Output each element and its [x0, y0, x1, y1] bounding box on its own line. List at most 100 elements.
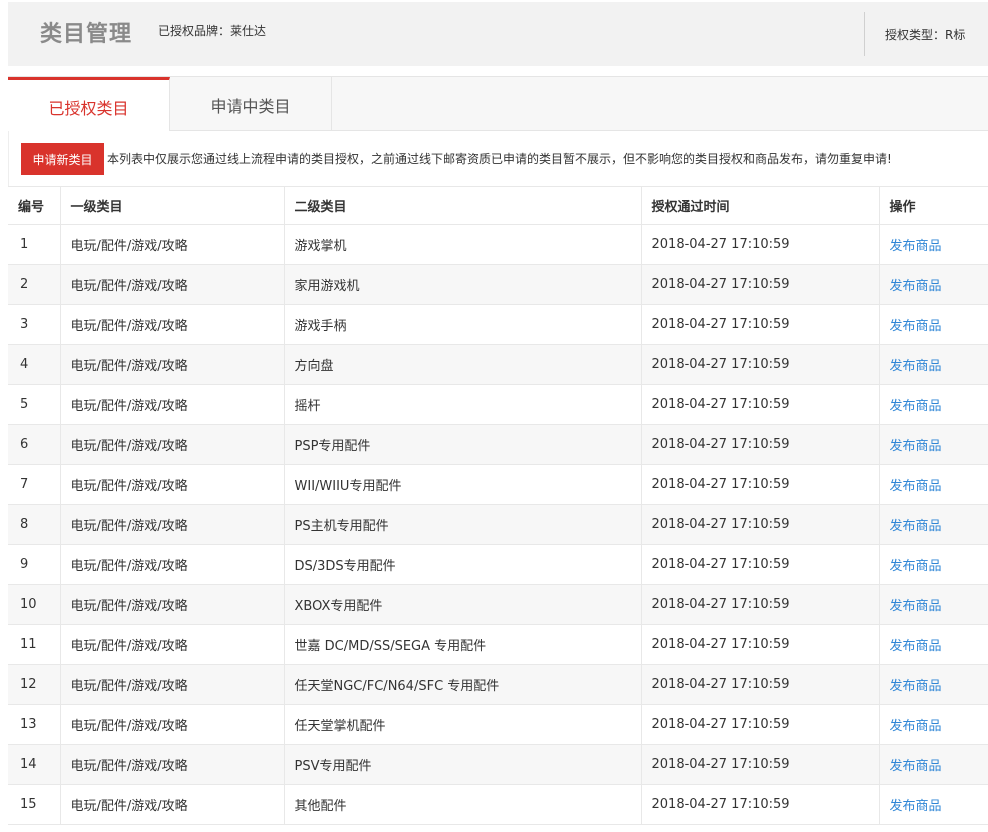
row-level1-category: 电玩/配件/游戏/攻略 [60, 784, 285, 825]
row-approved-time: 2018-04-27 17:10:59 [641, 224, 880, 265]
row-number: 15 [8, 784, 61, 825]
row-approved-time: 2018-04-27 17:10:59 [641, 784, 880, 825]
table-row: 1 电玩/配件/游戏/攻略 游戏掌机 2018-04-27 17:10:59 发布商品 [8, 224, 988, 265]
table-row: 9 电玩/配件/游戏/攻略 DS/3DS专用配件 2018-04-27 17:10:5… [8, 544, 988, 585]
authorization-type: 授权类型：R标 [885, 28, 966, 42]
notice-bar: 申请新类目 本列表中仅展示您通过线上流程申请的类目授权，之前通过线下邮寄资质已申… [8, 131, 988, 186]
row-level1-category: 电玩/配件/游戏/攻略 [60, 384, 285, 425]
publish-product-link[interactable]: 发布商品 [890, 559, 942, 574]
table-row: 10 电玩/配件/游戏/攻略 XBOX专用配件 2018-04-27 17:10:59… [8, 584, 988, 625]
row-number: 7 [8, 464, 61, 505]
notice-text: 本列表中仅展示您通过线上流程申请的类目授权，之前通过线下邮寄资质已申请的类目暂不… [107, 152, 892, 166]
column-header-level2: 二级类目 [284, 186, 642, 225]
table-row: 13 电玩/配件/游戏/攻略 任天堂掌机配件 2018-04-27 17:10:59 发… [8, 704, 988, 745]
row-approved-time: 2018-04-27 17:10:59 [641, 704, 880, 745]
table-header-row: 编号 一级类目 二级类目 授权通过时间 操作 [8, 186, 988, 225]
table-row: 11 电玩/配件/游戏/攻略 世嘉 DC/MD/SS/SEGA 专用配件 2018-0… [8, 624, 988, 665]
publish-product-link[interactable]: 发布商品 [890, 399, 942, 414]
row-action-cell: 发布商品 [879, 784, 988, 825]
tab-pending-categories[interactable]: 申请中类目 [170, 77, 332, 132]
publish-product-link[interactable]: 发布商品 [890, 599, 942, 614]
row-action-cell: 发布商品 [879, 464, 988, 505]
row-approved-time: 2018-04-27 17:10:59 [641, 584, 880, 625]
table-row: 12 电玩/配件/游戏/攻略 任天堂NGC/FC/N64/SFC 专用配件 2018-… [8, 664, 988, 705]
row-action-cell: 发布商品 [879, 744, 988, 785]
table-row: 6 电玩/配件/游戏/攻略 PSP专用配件 2018-04-27 17:10:59 发布… [8, 424, 988, 465]
row-level2-category: 方向盘 [284, 344, 642, 385]
publish-product-link[interactable]: 发布商品 [890, 679, 942, 694]
publish-product-link[interactable]: 发布商品 [890, 719, 942, 734]
row-approved-time: 2018-04-27 17:10:59 [641, 504, 880, 545]
publish-product-link[interactable]: 发布商品 [890, 519, 942, 534]
table-row: 3 电玩/配件/游戏/攻略 游戏手柄 2018-04-27 17:10:59 发布商品 [8, 304, 988, 345]
tab-authorized-categories[interactable]: 已授权类目 [8, 77, 170, 133]
publish-product-link[interactable]: 发布商品 [890, 239, 942, 254]
row-number: 5 [8, 384, 61, 425]
row-level2-category: DS/3DS专用配件 [284, 544, 642, 585]
row-action-cell: 发布商品 [879, 624, 988, 665]
publish-product-link[interactable]: 发布商品 [890, 439, 942, 454]
row-level2-category: 家用游戏机 [284, 264, 642, 305]
row-action-cell: 发布商品 [879, 264, 988, 305]
header-divider [864, 12, 865, 56]
row-level1-category: 电玩/配件/游戏/攻略 [60, 624, 285, 665]
row-level2-category: PSP专用配件 [284, 424, 642, 465]
row-action-cell: 发布商品 [879, 344, 988, 385]
publish-product-link[interactable]: 发布商品 [890, 279, 942, 294]
row-approved-time: 2018-04-27 17:10:59 [641, 264, 880, 305]
row-level1-category: 电玩/配件/游戏/攻略 [60, 584, 285, 625]
row-number: 4 [8, 344, 61, 385]
row-number: 1 [8, 224, 61, 265]
table-row: 5 电玩/配件/游戏/攻略 摇杆 2018-04-27 17:10:59 发布商品 [8, 384, 988, 425]
row-action-cell: 发布商品 [879, 664, 988, 705]
row-level1-category: 电玩/配件/游戏/攻略 [60, 344, 285, 385]
row-approved-time: 2018-04-27 17:10:59 [641, 744, 880, 785]
row-number: 10 [8, 584, 61, 625]
row-level2-category: XBOX专用配件 [284, 584, 642, 625]
publish-product-link[interactable]: 发布商品 [890, 479, 942, 494]
row-level2-category: 摇杆 [284, 384, 642, 425]
row-level1-category: 电玩/配件/游戏/攻略 [60, 744, 285, 785]
apply-new-category-button[interactable]: 申请新类目 [21, 143, 104, 175]
row-level2-category: PSV专用配件 [284, 744, 642, 785]
row-number: 2 [8, 264, 61, 305]
row-approved-time: 2018-04-27 17:10:59 [641, 304, 880, 345]
publish-product-link[interactable]: 发布商品 [890, 639, 942, 654]
row-number: 8 [8, 504, 61, 545]
table-row: 2 电玩/配件/游戏/攻略 家用游戏机 2018-04-27 17:10:59 发布商品 [8, 264, 988, 305]
row-level2-category: 世嘉 DC/MD/SS/SEGA 专用配件 [284, 624, 642, 665]
row-level1-category: 电玩/配件/游戏/攻略 [60, 424, 285, 465]
row-action-cell: 发布商品 [879, 504, 988, 545]
row-number: 13 [8, 704, 61, 745]
row-action-cell: 发布商品 [879, 704, 988, 745]
row-level2-category: 其他配件 [284, 784, 642, 825]
row-level1-category: 电玩/配件/游戏/攻略 [60, 704, 285, 745]
row-action-cell: 发布商品 [879, 544, 988, 585]
row-approved-time: 2018-04-27 17:10:59 [641, 464, 880, 505]
row-level2-category: 游戏掌机 [284, 224, 642, 265]
row-level2-category: 游戏手柄 [284, 304, 642, 345]
publish-product-link[interactable]: 发布商品 [890, 799, 942, 814]
publish-product-link[interactable]: 发布商品 [890, 359, 942, 374]
row-level1-category: 电玩/配件/游戏/攻略 [60, 224, 285, 265]
column-header-level1: 一级类目 [60, 186, 285, 225]
row-number: 12 [8, 664, 61, 705]
row-number: 11 [8, 624, 61, 665]
publish-product-link[interactable]: 发布商品 [890, 319, 942, 334]
row-approved-time: 2018-04-27 17:10:59 [641, 664, 880, 705]
row-action-cell: 发布商品 [879, 304, 988, 345]
row-approved-time: 2018-04-27 17:10:59 [641, 384, 880, 425]
row-action-cell: 发布商品 [879, 384, 988, 425]
column-header-number: 编号 [8, 186, 61, 225]
row-level1-category: 电玩/配件/游戏/攻略 [60, 504, 285, 545]
column-header-action: 操作 [879, 186, 988, 225]
publish-product-link[interactable]: 发布商品 [890, 759, 942, 774]
row-level1-category: 电玩/配件/游戏/攻略 [60, 544, 285, 585]
row-approved-time: 2018-04-27 17:10:59 [641, 544, 880, 585]
row-level2-category: WII/WIIU专用配件 [284, 464, 642, 505]
authorized-brand: 已授权品牌：莱仕达 [158, 24, 267, 38]
row-level1-category: 电玩/配件/游戏/攻略 [60, 464, 285, 505]
category-tabs: 已授权类目 申请中类目 [8, 76, 988, 133]
row-action-cell: 发布商品 [879, 584, 988, 625]
page-header: 类目管理 已授权品牌：莱仕达 授权类型：R标 [8, 2, 988, 66]
